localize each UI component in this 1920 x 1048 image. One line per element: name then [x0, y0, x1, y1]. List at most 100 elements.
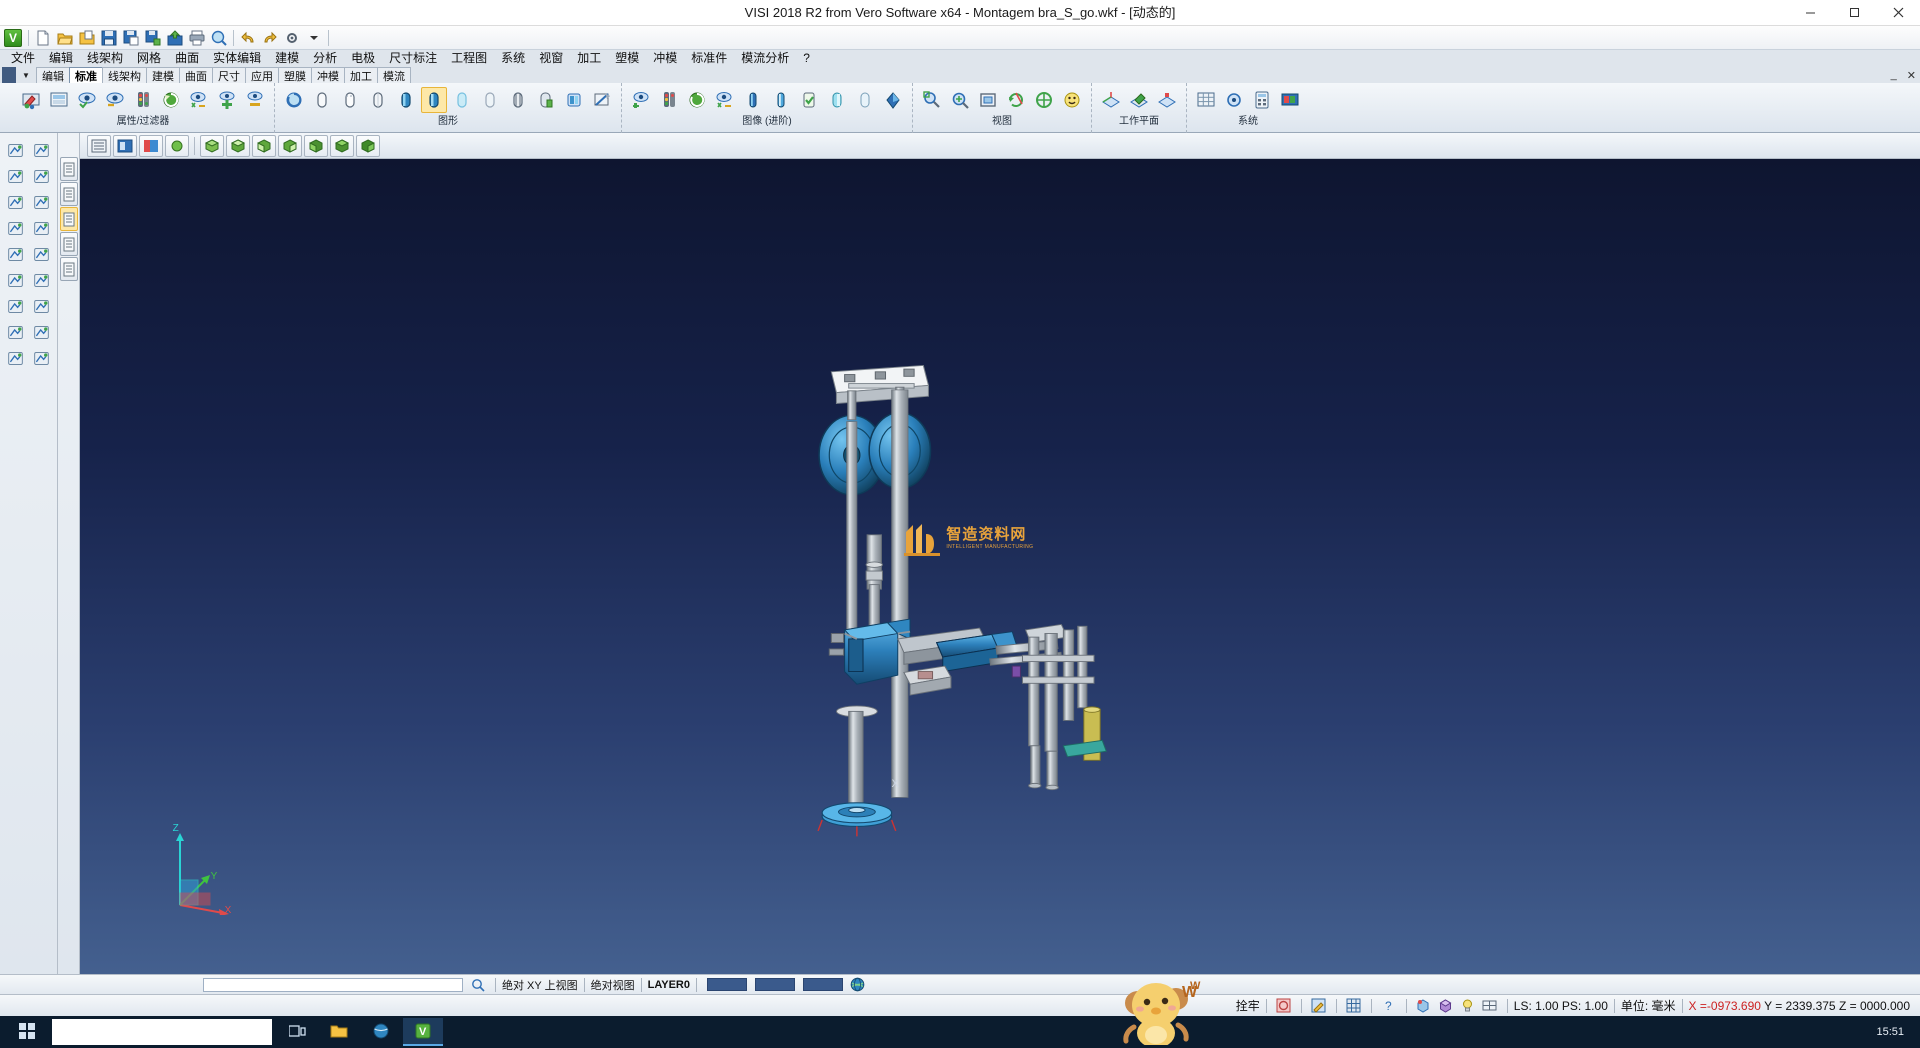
system-settings-icon[interactable] — [1221, 87, 1247, 113]
cancel-render-icon[interactable] — [589, 87, 615, 113]
absolute-view-label[interactable]: 绝对视图 — [591, 977, 635, 993]
menu-item-11[interactable]: 系统 — [494, 50, 532, 67]
zoom-window-icon[interactable] — [919, 87, 945, 113]
open-folder-icon[interactable] — [55, 28, 75, 48]
color-swatch-1[interactable] — [707, 978, 747, 991]
trim-tool-icon[interactable] — [30, 190, 54, 214]
transparent-icon[interactable] — [449, 87, 475, 113]
taskbar-browser[interactable] — [361, 1018, 401, 1046]
unit-label[interactable]: 单位: 毫米 — [1621, 997, 1676, 1014]
system-color-icon[interactable] — [1277, 87, 1303, 113]
menu-item-8[interactable]: 电极 — [344, 50, 382, 67]
check-green-icon[interactable] — [796, 87, 822, 113]
undo-icon[interactable] — [238, 28, 258, 48]
customize-dropdown-icon[interactable] — [304, 28, 324, 48]
show-advanced-icon[interactable] — [628, 87, 654, 113]
minimize-button[interactable] — [1788, 0, 1832, 26]
remove-entity-icon[interactable] — [242, 87, 268, 113]
render-icon[interactable] — [533, 87, 559, 113]
color-swatch-2[interactable] — [755, 978, 795, 991]
system-calc-icon[interactable] — [1249, 87, 1275, 113]
section-icon[interactable] — [505, 87, 531, 113]
pattern-tool-icon[interactable] — [4, 320, 28, 344]
menu-item-15[interactable]: 冲模 — [646, 50, 684, 67]
ribbon-tab-9[interactable]: 加工 — [344, 67, 378, 83]
print-icon[interactable] — [187, 28, 207, 48]
snap-bulb-icon[interactable] — [1458, 997, 1478, 1015]
export-tool-icon[interactable] — [30, 346, 54, 370]
fit-screen-icon[interactable] — [975, 87, 1001, 113]
taskbar-search-input[interactable] — [52, 1019, 272, 1045]
menu-item-9[interactable]: 尺寸标注 — [382, 50, 444, 67]
menu-item-0[interactable]: 文件 — [4, 50, 42, 67]
close-button[interactable] — [1876, 0, 1920, 26]
view-color-button[interactable] — [139, 135, 163, 157]
snap-point-icon[interactable] — [1414, 997, 1434, 1015]
view-list-button[interactable] — [87, 135, 111, 157]
pencil-tool-icon[interactable] — [30, 164, 54, 188]
vtool-visibility-button[interactable] — [60, 182, 78, 206]
hidden-line-icon[interactable] — [337, 87, 363, 113]
command-input[interactable] — [203, 978, 463, 992]
regenerate-icon[interactable] — [281, 87, 307, 113]
toggle-visibility-icon[interactable] — [186, 87, 212, 113]
menu-item-13[interactable]: 加工 — [570, 50, 608, 67]
snap-help-icon[interactable]: ? — [1379, 997, 1399, 1015]
menu-item-4[interactable]: 曲面 — [168, 50, 206, 67]
open-recent-icon[interactable] — [77, 28, 97, 48]
dynamic-rotate-icon[interactable] — [1003, 87, 1029, 113]
ribbon-tab-3[interactable]: 建模 — [146, 67, 180, 83]
wireframe-shade-icon[interactable] — [309, 87, 335, 113]
line-tool-icon[interactable] — [30, 138, 54, 162]
refresh-advanced-icon[interactable] — [684, 87, 710, 113]
analysis-tool-icon[interactable] — [4, 346, 28, 370]
save-as-icon[interactable] — [121, 28, 141, 48]
vtool-clipboard-button[interactable] — [60, 207, 78, 231]
menu-item-12[interactable]: 视窗 — [532, 50, 570, 67]
snap-magic-icon[interactable] — [1309, 997, 1329, 1015]
mesh-tool-icon[interactable] — [30, 242, 54, 266]
save-all-icon[interactable] — [143, 28, 163, 48]
fillet-tool-icon[interactable] — [4, 216, 28, 240]
view-mode-label[interactable]: 绝对 XY 上视图 — [502, 977, 578, 993]
traffic-filter-icon[interactable] — [130, 87, 156, 113]
mirror-tool-icon[interactable] — [30, 320, 54, 344]
system-grid-icon[interactable] — [1193, 87, 1219, 113]
view-right-button[interactable] — [278, 135, 302, 157]
view-top-button[interactable] — [226, 135, 250, 157]
layer-manager-icon[interactable] — [46, 87, 72, 113]
taskbar-clock[interactable]: 15:51 — [1866, 1026, 1914, 1038]
arc-tool-icon[interactable] — [4, 190, 28, 214]
search-icon[interactable] — [468, 976, 488, 994]
color-swatch-3[interactable] — [803, 978, 843, 991]
cylinder-cyan-icon[interactable] — [824, 87, 850, 113]
ribbon-minimize-button[interactable]: _ — [1891, 69, 1897, 81]
export-icon[interactable] — [165, 28, 185, 48]
traffic-light-icon[interactable] — [656, 87, 682, 113]
taskbar-explorer[interactable] — [319, 1018, 359, 1046]
cad-viewport[interactable]: X 智造资料网 INTELLIGENT MANUFACTURING — [80, 159, 1920, 974]
show-entity-icon[interactable] — [74, 87, 100, 113]
cylinder-light-icon[interactable] — [852, 87, 878, 113]
zoom-all-icon[interactable] — [947, 87, 973, 113]
view-iso-button[interactable] — [200, 135, 224, 157]
save-icon[interactable] — [99, 28, 119, 48]
ribbon-dropdown-icon[interactable]: ▼ — [16, 67, 36, 83]
snap-plane-icon[interactable] — [1480, 997, 1500, 1015]
menu-item-7[interactable]: 分析 — [306, 50, 344, 67]
surface-tool-icon[interactable] — [4, 242, 28, 266]
vtool-layer-button[interactable] — [60, 157, 78, 181]
snap-circle-icon[interactable] — [1274, 997, 1294, 1015]
menu-item-2[interactable]: 线架构 — [80, 50, 130, 67]
shaded-edges-icon[interactable] — [393, 87, 419, 113]
cylinder-blue-icon[interactable] — [740, 87, 766, 113]
globe-icon[interactable] — [848, 976, 868, 994]
ribbon-tab-4[interactable]: 曲面 — [179, 67, 213, 83]
add-entity-icon[interactable] — [214, 87, 240, 113]
settings-icon[interactable] — [282, 28, 302, 48]
toggle-advanced-icon[interactable] — [712, 87, 738, 113]
view-front-button[interactable] — [252, 135, 276, 157]
windows-start-icon[interactable] — [7, 1018, 47, 1046]
redo-icon[interactable] — [260, 28, 280, 48]
print-preview-icon[interactable] — [209, 28, 229, 48]
